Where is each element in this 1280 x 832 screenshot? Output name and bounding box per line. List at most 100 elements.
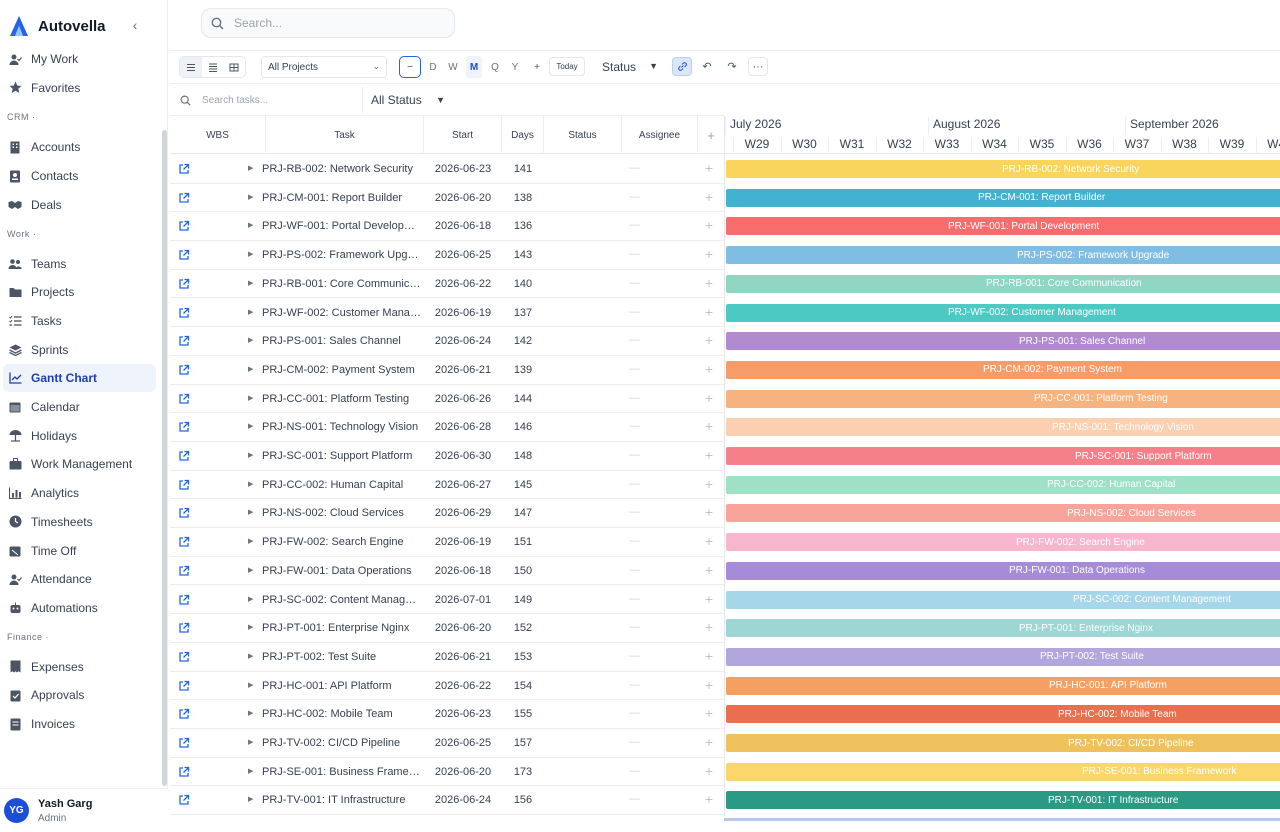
sidebar-item-holidays[interactable]: Holidays <box>3 422 156 450</box>
sidebar-item-work-management[interactable]: Work Management <box>3 450 156 478</box>
open-external-icon[interactable] <box>178 278 190 290</box>
gantt-bar[interactable]: PRJ-HC-002: Mobile Team <box>726 705 1280 724</box>
list-view-button[interactable] <box>180 57 202 77</box>
table-row[interactable]: ▶ PRJ-CC-002: Human Capital 2026-06-27 145 —… <box>170 471 724 500</box>
add-subtask-button[interactable]: + <box>701 160 717 176</box>
gantt-bar[interactable]: PRJ-CC-002: Human Capital <box>726 475 1280 494</box>
gantt-bar[interactable]: PRJ-CM-001: Report Builder <box>726 188 1280 207</box>
expand-caret-icon[interactable]: ▶ <box>248 279 254 287</box>
add-subtask-button[interactable]: + <box>701 304 717 320</box>
open-external-icon[interactable] <box>178 622 190 634</box>
expand-caret-icon[interactable]: ▶ <box>248 250 254 258</box>
add-subtask-button[interactable]: + <box>701 418 717 434</box>
expand-caret-icon[interactable]: ▶ <box>248 394 254 402</box>
gantt-bar[interactable]: PRJ-SC-002: Content Management <box>726 590 1280 609</box>
sidebar-scrollbar[interactable] <box>162 130 167 786</box>
expand-caret-icon[interactable]: ▶ <box>248 652 254 660</box>
task-assignee[interactable]: — <box>629 334 651 346</box>
expand-caret-icon[interactable]: ▶ <box>248 451 254 459</box>
today-button[interactable]: Today <box>549 57 585 76</box>
task-assignee[interactable]: — <box>629 420 651 432</box>
add-subtask-button[interactable]: + <box>701 619 717 635</box>
zoom-in-button[interactable]: + <box>529 56 545 78</box>
table-row[interactable]: ▶ PRJ-NS-001: Technology Vision 2026-06-28… <box>170 413 724 442</box>
expand-caret-icon[interactable]: ▶ <box>248 508 254 516</box>
add-subtask-button[interactable]: + <box>701 562 717 578</box>
add-subtask-button[interactable]: + <box>701 476 717 492</box>
table-row[interactable]: ▶ PRJ-SC-002: Content Management 2026-07-0… <box>170 586 724 615</box>
add-subtask-button[interactable]: + <box>701 361 717 377</box>
open-external-icon[interactable] <box>178 680 190 692</box>
table-row[interactable]: ▶ PRJ-PS-002: Framework Upgrade 2026-06-25… <box>170 241 724 270</box>
table-row[interactable]: ▶ PRJ-WF-001: Portal Development 2026-06-1… <box>170 212 724 242</box>
dependency-link-button[interactable] <box>672 57 692 76</box>
open-external-icon[interactable] <box>178 794 190 806</box>
table-row[interactable]: ▶ PRJ-NS-002: Cloud Services 2026-06-29 147… <box>170 499 724 529</box>
expand-caret-icon[interactable]: ▶ <box>248 767 254 775</box>
add-subtask-button[interactable]: + <box>701 275 717 291</box>
open-external-icon[interactable] <box>178 737 190 749</box>
task-name[interactable]: PRJ-PS-001: Sales Channel <box>262 335 422 347</box>
task-assignee[interactable]: — <box>629 765 651 777</box>
gantt-bar[interactable]: PRJ-CC-001: Platform Testing <box>726 389 1280 408</box>
table-row[interactable]: ▶ PRJ-TV-001: IT Infrastructure 2026-06-24… <box>170 786 724 815</box>
task-name[interactable]: PRJ-TV-002: CI/CD Pipeline <box>262 737 422 749</box>
task-name[interactable]: PRJ-WF-002: Customer Management <box>262 307 422 319</box>
open-external-icon[interactable] <box>178 450 190 462</box>
zoom-out-button[interactable]: − <box>399 56 421 78</box>
sidebar-item-approvals[interactable]: Approvals <box>3 681 156 709</box>
gantt-bar[interactable]: PRJ-TV-002: CI/CD Pipeline <box>726 734 1280 752</box>
sidebar-item-time-off[interactable]: Time Off <box>3 537 156 565</box>
sidebar-item-my-work[interactable]: My Work <box>3 48 156 73</box>
table-row[interactable]: ▶ PRJ-PT-001: Enterprise Nginx 2026-06-20 1… <box>170 614 724 643</box>
search-input[interactable] <box>234 16 434 30</box>
task-name[interactable]: PRJ-SE-001: Business Framework <box>262 766 422 778</box>
collapse-sidebar-button[interactable]: ‹ <box>128 17 142 33</box>
task-name[interactable]: PRJ-CC-001: Platform Testing <box>262 393 422 405</box>
gantt-bar[interactable]: PRJ-HC-001: API Platform <box>726 676 1280 695</box>
add-subtask-button[interactable]: + <box>701 791 717 807</box>
task-assignee[interactable]: — <box>629 793 651 805</box>
sidebar-item-teams[interactable]: Teams <box>3 250 156 278</box>
add-subtask-button[interactable]: + <box>701 705 717 721</box>
expand-caret-icon[interactable]: ▶ <box>248 164 254 172</box>
open-external-icon[interactable] <box>178 335 190 347</box>
task-name[interactable]: PRJ-SC-002: Content Management <box>262 594 422 606</box>
open-external-icon[interactable] <box>178 364 190 376</box>
task-assignee[interactable]: — <box>629 535 651 547</box>
task-name[interactable]: PRJ-FW-002: Search Engine <box>262 536 422 548</box>
table-row[interactable]: ▶ PRJ-HC-002: Mobile Team 2026-06-23 155 — + <box>170 700 724 729</box>
expand-caret-icon[interactable]: ▶ <box>248 738 254 746</box>
task-assignee[interactable]: — <box>629 707 651 719</box>
table-row[interactable]: ▶ PRJ-CM-002: Payment System 2026-06-21 139… <box>170 356 724 385</box>
task-name[interactable]: PRJ-PS-002: Framework Upgrade <box>262 249 422 261</box>
sidebar-item-attendance[interactable]: Attendance <box>3 565 156 593</box>
open-external-icon[interactable] <box>178 766 190 778</box>
task-assignee[interactable]: — <box>629 306 651 318</box>
open-external-icon[interactable] <box>178 220 190 232</box>
task-assignee[interactable]: — <box>629 162 651 174</box>
gantt-bar[interactable]: PRJ-CM-002: Payment System <box>726 360 1280 379</box>
add-subtask-button[interactable]: + <box>701 189 717 205</box>
expand-caret-icon[interactable]: ▶ <box>248 595 254 603</box>
task-name[interactable]: PRJ-RB-001: Core Communication <box>262 278 422 290</box>
task-name[interactable]: PRJ-CM-002: Payment System <box>262 364 422 376</box>
task-name[interactable]: PRJ-WF-001: Portal Development <box>262 220 422 232</box>
expand-caret-icon[interactable]: ▶ <box>248 709 254 717</box>
sidebar-item-timesheets[interactable]: Timesheets <box>3 508 156 536</box>
column-header-start[interactable]: Start <box>424 116 502 154</box>
table-row[interactable]: ▶ PRJ-HC-001: API Platform 2026-06-22 154 — + <box>170 672 724 701</box>
task-assignee[interactable]: — <box>629 248 651 260</box>
gantt-bar[interactable]: PRJ-FW-002: Search Engine <box>726 533 1280 552</box>
open-external-icon[interactable] <box>178 163 190 175</box>
gantt-bar[interactable]: PRJ-PS-002: Framework Upgrade <box>726 246 1280 265</box>
undo-button[interactable]: ↶ <box>697 57 717 76</box>
task-name[interactable]: PRJ-NS-001: Technology Vision <box>262 421 422 433</box>
column-header-status[interactable]: Status <box>544 116 622 154</box>
table-row[interactable]: ▶ PRJ-RB-001: Core Communication 2026-06-2… <box>170 270 724 299</box>
task-search[interactable] <box>180 91 360 109</box>
gantt-bar[interactable]: PRJ-PS-001: Sales Channel <box>726 332 1280 351</box>
sidebar-item-projects[interactable]: Projects <box>3 278 156 306</box>
add-subtask-button[interactable]: + <box>701 533 717 549</box>
task-name[interactable]: PRJ-CC-002: Human Capital <box>262 479 422 491</box>
